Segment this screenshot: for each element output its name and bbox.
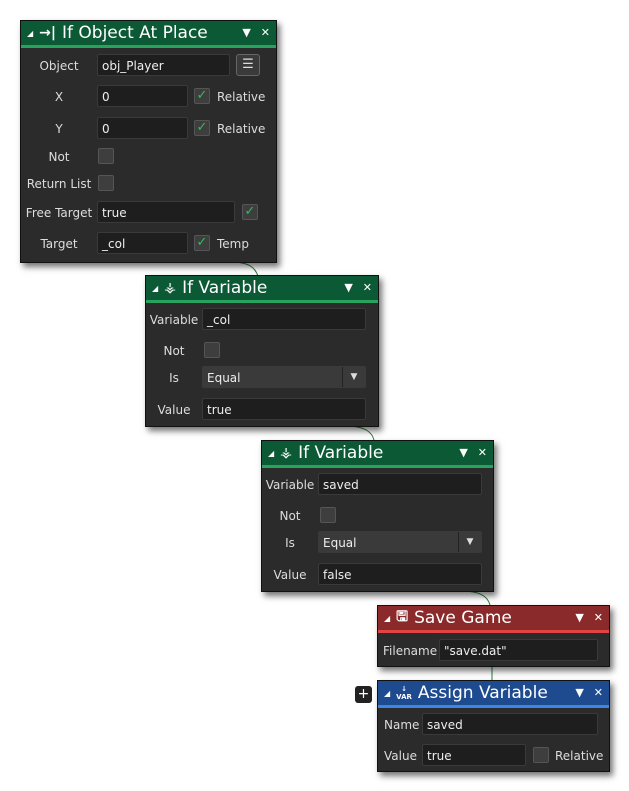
arrow-to-bar-icon: →| xyxy=(39,25,56,41)
filename-label: Filename xyxy=(383,644,438,658)
variable-branch-icon: ⚶ xyxy=(164,280,177,296)
target-field[interactable]: _col xyxy=(97,232,188,254)
return-list-checkbox[interactable] xyxy=(98,175,114,191)
var-icon-text: VAR xyxy=(396,693,412,701)
collapse-icon[interactable]: ◢ xyxy=(152,284,158,293)
chevron-down-icon[interactable]: ▼ xyxy=(342,367,365,387)
y-relative-label: Relative xyxy=(217,122,266,136)
value-label: Value xyxy=(157,403,191,417)
y-label: Y xyxy=(55,122,63,136)
close-icon[interactable]: ✕ xyxy=(478,446,487,459)
y-relative-checkbox[interactable]: ✓ xyxy=(194,120,210,136)
if-variable-block-2[interactable]: ◢ ⚶ If Variable ▼ ✕ Variable saved Not Is E… xyxy=(261,440,494,592)
block-title: Save Game xyxy=(414,608,512,628)
is-label: Is xyxy=(285,536,295,550)
value-label: Value xyxy=(384,749,417,763)
name-label: Name xyxy=(384,718,420,732)
not-label: Not xyxy=(48,150,70,164)
block-title: If Variable xyxy=(182,278,268,298)
variable-label: Variable xyxy=(265,478,315,492)
is-value: Equal xyxy=(323,536,357,550)
is-value: Equal xyxy=(207,371,241,385)
filename-field[interactable]: "save.dat" xyxy=(439,639,598,661)
save-game-block[interactable]: ◢ 🖫 Save Game ▼ ✕ Filename "save.dat" xyxy=(377,605,610,667)
block-header[interactable]: ◢ →| If Object At Place ▼ ✕ xyxy=(21,21,276,45)
if-object-at-place-block[interactable]: ◢ →| If Object At Place ▼ ✕ Object obj_Pla… xyxy=(20,20,277,263)
floppy-disk-icon: 🖫 xyxy=(396,609,409,625)
block-title: If Variable xyxy=(298,443,384,463)
relative-checkbox[interactable] xyxy=(533,747,549,763)
close-icon[interactable]: ✕ xyxy=(594,611,603,624)
menu-icon[interactable]: ▼ xyxy=(459,446,467,459)
chevron-down-icon[interactable]: ▼ xyxy=(458,532,481,552)
not-label: Not xyxy=(163,344,185,358)
free-target-field[interactable]: true xyxy=(97,201,235,223)
name-field[interactable]: saved xyxy=(422,713,598,735)
x-relative-checkbox[interactable]: ✓ xyxy=(194,88,210,104)
target-label: Target xyxy=(40,237,78,251)
free-target-label: Free Target xyxy=(25,206,93,220)
variable-branch-icon: ⚶ xyxy=(280,445,293,461)
close-icon[interactable]: ✕ xyxy=(363,281,372,294)
menu-icon[interactable]: ▼ xyxy=(344,281,352,294)
value-field[interactable]: true xyxy=(422,744,526,766)
temp-label: Temp xyxy=(217,237,249,251)
value-field[interactable]: true xyxy=(202,398,366,420)
collapse-icon[interactable]: ◢ xyxy=(27,29,33,38)
free-target-checkbox[interactable]: ✓ xyxy=(242,204,258,220)
is-label: Is xyxy=(169,371,179,385)
assign-variable-block[interactable]: ◢ ↓ VAR Assign Variable ▼ ✕ Name saved Valu… xyxy=(377,680,610,772)
add-button[interactable]: + xyxy=(355,686,372,703)
not-checkbox[interactable] xyxy=(98,148,114,164)
return-list-label: Return List xyxy=(26,177,92,191)
close-icon[interactable]: ✕ xyxy=(261,26,270,39)
x-label: X xyxy=(54,90,64,104)
close-icon[interactable]: ✕ xyxy=(594,686,603,699)
is-dropdown[interactable]: Equal ▼ xyxy=(202,366,366,388)
collapse-icon[interactable]: ◢ xyxy=(384,614,390,623)
value-label: Value xyxy=(273,568,307,582)
collapse-icon[interactable]: ◢ xyxy=(384,689,390,698)
temp-checkbox[interactable]: ✓ xyxy=(194,235,210,251)
block-header[interactable]: ◢ ⚶ If Variable ▼ ✕ xyxy=(146,276,378,300)
menu-icon[interactable]: ▼ xyxy=(242,26,250,39)
block-header[interactable]: ◢ ⚶ If Variable ▼ ✕ xyxy=(262,441,493,465)
variable-field[interactable]: saved xyxy=(318,473,482,495)
x-relative-label: Relative xyxy=(217,90,266,104)
collapse-icon[interactable]: ◢ xyxy=(268,449,274,458)
not-checkbox[interactable] xyxy=(320,507,336,523)
value-field[interactable]: false xyxy=(318,563,482,585)
x-field[interactable]: 0 xyxy=(97,85,188,107)
y-field[interactable]: 0 xyxy=(97,117,188,139)
block-title: Assign Variable xyxy=(417,683,548,703)
object-label: Object xyxy=(39,59,79,73)
relative-label: Relative xyxy=(555,749,604,763)
object-picker-icon[interactable]: ☰ xyxy=(236,54,260,76)
not-checkbox[interactable] xyxy=(204,342,220,358)
not-label: Not xyxy=(279,509,301,523)
var-assign-icon: ↓ VAR xyxy=(396,685,412,701)
block-title: If Object At Place xyxy=(62,23,208,43)
variable-label: Variable xyxy=(149,313,199,327)
object-field[interactable]: obj_Player xyxy=(97,54,230,76)
if-variable-block-1[interactable]: ◢ ⚶ If Variable ▼ ✕ Variable _col Not Is Eq… xyxy=(145,275,379,427)
variable-field[interactable]: _col xyxy=(202,308,366,330)
is-dropdown[interactable]: Equal ▼ xyxy=(318,531,482,553)
menu-icon[interactable]: ▼ xyxy=(575,686,583,699)
menu-icon[interactable]: ▼ xyxy=(575,611,583,624)
block-header[interactable]: ◢ ↓ VAR Assign Variable ▼ ✕ xyxy=(378,681,609,705)
block-header[interactable]: ◢ 🖫 Save Game ▼ ✕ xyxy=(378,606,609,630)
